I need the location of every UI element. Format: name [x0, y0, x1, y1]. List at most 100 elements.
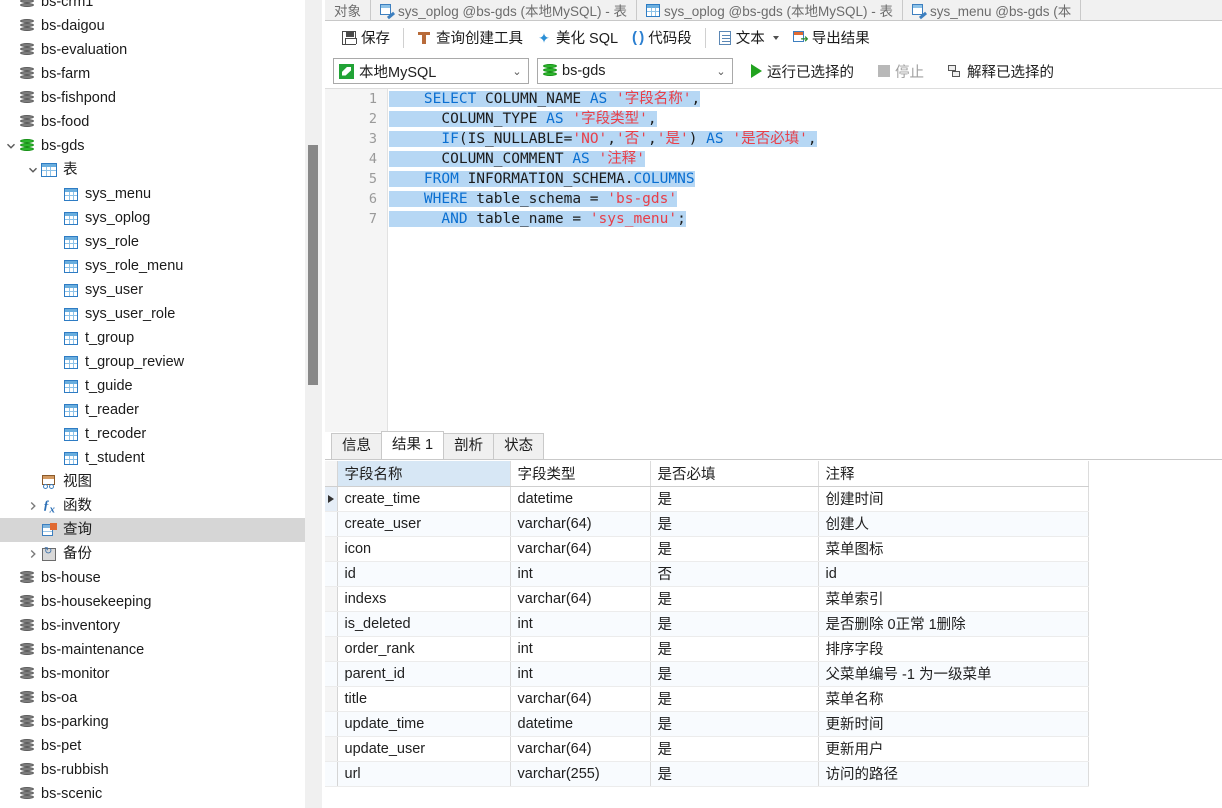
- cell-4[interactable]: 父菜单编号 -1 为一级菜单: [818, 661, 1089, 687]
- sidebar-item-bs-pet[interactable]: bs-pet: [0, 734, 305, 758]
- row-indicator[interactable]: [325, 761, 338, 787]
- row-indicator[interactable]: [325, 611, 338, 637]
- row-indicator[interactable]: [325, 736, 338, 762]
- cell-3[interactable]: 是: [650, 486, 819, 512]
- cell-2[interactable]: datetime: [510, 711, 651, 737]
- document-tab[interactable]: sys_oplog @bs-gds (本地MySQL) - 表: [637, 0, 904, 20]
- sql-code-area[interactable]: SELECT COLUMN_NAME AS '字段名称', COLUMN_TYP…: [389, 89, 1222, 432]
- row-indicator[interactable]: [325, 711, 338, 737]
- sidebar-item-bs-crm1[interactable]: bs-crm1: [0, 0, 305, 14]
- cell-3[interactable]: 是: [650, 661, 819, 687]
- cell-4[interactable]: id: [818, 561, 1089, 587]
- cell-3[interactable]: 是: [650, 536, 819, 562]
- cell-4[interactable]: 是否删除 0正常 1删除: [818, 611, 1089, 637]
- result-tab-1[interactable]: 信息: [331, 433, 382, 459]
- sql-editor[interactable]: 1 2 3 4 5 6 7 SELECT COLUMN_NAME AS '字段名称', CO…: [325, 88, 1222, 432]
- document-tab[interactable]: 对象: [325, 0, 371, 20]
- cell-2[interactable]: varchar(64): [510, 686, 651, 712]
- sidebar-item-sys_menu[interactable]: sys_menu: [0, 182, 305, 206]
- sidebar-item-bs-parking[interactable]: bs-parking: [0, 710, 305, 734]
- cell-4[interactable]: 菜单索引: [818, 586, 1089, 612]
- document-tab[interactable]: sys_menu @bs-gds (本: [903, 0, 1082, 20]
- sidebar-item-t_reader[interactable]: t_reader: [0, 398, 305, 422]
- cell-1[interactable]: id: [337, 561, 511, 587]
- table-row[interactable]: parent_id int 是父菜单编号 -1 为一级菜单: [325, 661, 1089, 687]
- cell-3[interactable]: 是: [650, 636, 819, 662]
- twisty-collapsed-icon[interactable]: [26, 542, 40, 566]
- table-row[interactable]: order_rank int 是排序字段: [325, 636, 1089, 662]
- sidebar-item-bs-oa[interactable]: bs-oa: [0, 686, 305, 710]
- column-header-3[interactable]: 是否必填: [650, 461, 819, 487]
- sidebar-item-[interactable]: ƒx 函数: [0, 494, 305, 518]
- cell-3[interactable]: 否: [650, 561, 819, 587]
- table-row[interactable]: id int 否 id: [325, 561, 1089, 587]
- query-builder-button[interactable]: 查询创建工具: [410, 25, 530, 50]
- sidebar-item-t_guide[interactable]: t_guide: [0, 374, 305, 398]
- sidebar-item-bs-daigou[interactable]: bs-daigou: [0, 14, 305, 38]
- sidebar-item-bs-scenic[interactable]: bs-scenic: [0, 782, 305, 806]
- cell-4[interactable]: 访问的路径: [818, 761, 1089, 787]
- cell-4[interactable]: 菜单名称: [818, 686, 1089, 712]
- row-indicator[interactable]: [325, 561, 338, 587]
- cell-2[interactable]: datetime: [510, 486, 651, 512]
- row-indicator[interactable]: [325, 586, 338, 612]
- connection-select[interactable]: 本地MySQL ⌄: [333, 58, 529, 84]
- sidebar-item-sys_user_role[interactable]: sys_user_role: [0, 302, 305, 326]
- cell-4[interactable]: 更新时间: [818, 711, 1089, 737]
- sidebar-item-bs-monitor[interactable]: bs-monitor: [0, 662, 305, 686]
- table-row[interactable]: icon varchar(64) 是菜单图标: [325, 536, 1089, 562]
- save-button[interactable]: 保存: [335, 25, 397, 50]
- cell-4[interactable]: 创建时间: [818, 486, 1089, 512]
- run-selected-button[interactable]: 运行已选择的: [745, 59, 860, 84]
- result-tab-2[interactable]: 结果 1: [381, 431, 445, 459]
- chevron-down-icon[interactable]: ⌄: [714, 65, 728, 78]
- code-snippet-button[interactable]: ( ) 代码段: [625, 25, 699, 50]
- export-result-button[interactable]: ➜ 导出结果: [786, 25, 877, 50]
- explain-selected-button[interactable]: 解释已选择的: [942, 59, 1060, 84]
- sidebar-item-sys_oplog[interactable]: sys_oplog: [0, 206, 305, 230]
- sidebar-scrollbar-track[interactable]: [305, 0, 322, 808]
- sidebar-item-bs-maintenance[interactable]: bs-maintenance: [0, 638, 305, 662]
- cell-1[interactable]: update_time: [337, 711, 511, 737]
- table-row[interactable]: create_user varchar(64) 是创建人: [325, 511, 1089, 537]
- sidebar-item-bs-housekeeping[interactable]: bs-housekeeping: [0, 590, 305, 614]
- cell-1[interactable]: parent_id: [337, 661, 511, 687]
- cell-1[interactable]: create_time: [337, 486, 511, 512]
- result-grid-container[interactable]: 字段名称 字段类型 是否必填 注释 create_time datetime 是创建时间 c…: [325, 461, 1222, 808]
- cell-2[interactable]: varchar(64): [510, 736, 651, 762]
- sidebar-item-sys_role_menu[interactable]: sys_role_menu: [0, 254, 305, 278]
- table-row[interactable]: is_deleted int 是是否删除 0正常 1删除: [325, 611, 1089, 637]
- beautify-sql-button[interactable]: ✦ 美化 SQL: [530, 25, 625, 50]
- sidebar-item-bs-house[interactable]: bs-house: [0, 566, 305, 590]
- cell-4[interactable]: 更新用户: [818, 736, 1089, 762]
- sidebar-item-t_group[interactable]: t_group: [0, 326, 305, 350]
- text-view-button[interactable]: 文本: [712, 25, 786, 50]
- sidebar-item-sys_role[interactable]: sys_role: [0, 230, 305, 254]
- cell-3[interactable]: 是: [650, 611, 819, 637]
- document-tab[interactable]: sys_oplog @bs-gds (本地MySQL) - 表: [371, 0, 638, 20]
- cell-1[interactable]: icon: [337, 536, 511, 562]
- column-header-1[interactable]: 字段名称: [337, 461, 511, 487]
- column-header-4[interactable]: 注释: [818, 461, 1089, 487]
- sidebar-item-t_student[interactable]: t_student: [0, 446, 305, 470]
- result-tab-4[interactable]: 状态: [493, 433, 545, 459]
- cell-2[interactable]: varchar(64): [510, 511, 651, 537]
- sidebar-item-[interactable]: 视图: [0, 470, 305, 494]
- cell-2[interactable]: varchar(64): [510, 536, 651, 562]
- cell-3[interactable]: 是: [650, 686, 819, 712]
- cell-2[interactable]: varchar(255): [510, 761, 651, 787]
- cell-3[interactable]: 是: [650, 711, 819, 737]
- sidebar-item-[interactable]: 查询: [0, 518, 305, 542]
- sidebar-item-bs-inventory[interactable]: bs-inventory: [0, 614, 305, 638]
- twisty-expanded-icon[interactable]: [26, 158, 40, 182]
- cell-3[interactable]: 是: [650, 736, 819, 762]
- row-indicator[interactable]: [325, 511, 338, 537]
- table-row[interactable]: title varchar(64) 是菜单名称: [325, 686, 1089, 712]
- row-indicator[interactable]: [325, 486, 338, 512]
- table-row[interactable]: create_time datetime 是创建时间: [325, 486, 1089, 512]
- sidebar-item-t_recoder[interactable]: t_recoder: [0, 422, 305, 446]
- sidebar-item-t_group_review[interactable]: t_group_review: [0, 350, 305, 374]
- cell-3[interactable]: 是: [650, 761, 819, 787]
- cell-1[interactable]: is_deleted: [337, 611, 511, 637]
- row-indicator[interactable]: [325, 636, 338, 662]
